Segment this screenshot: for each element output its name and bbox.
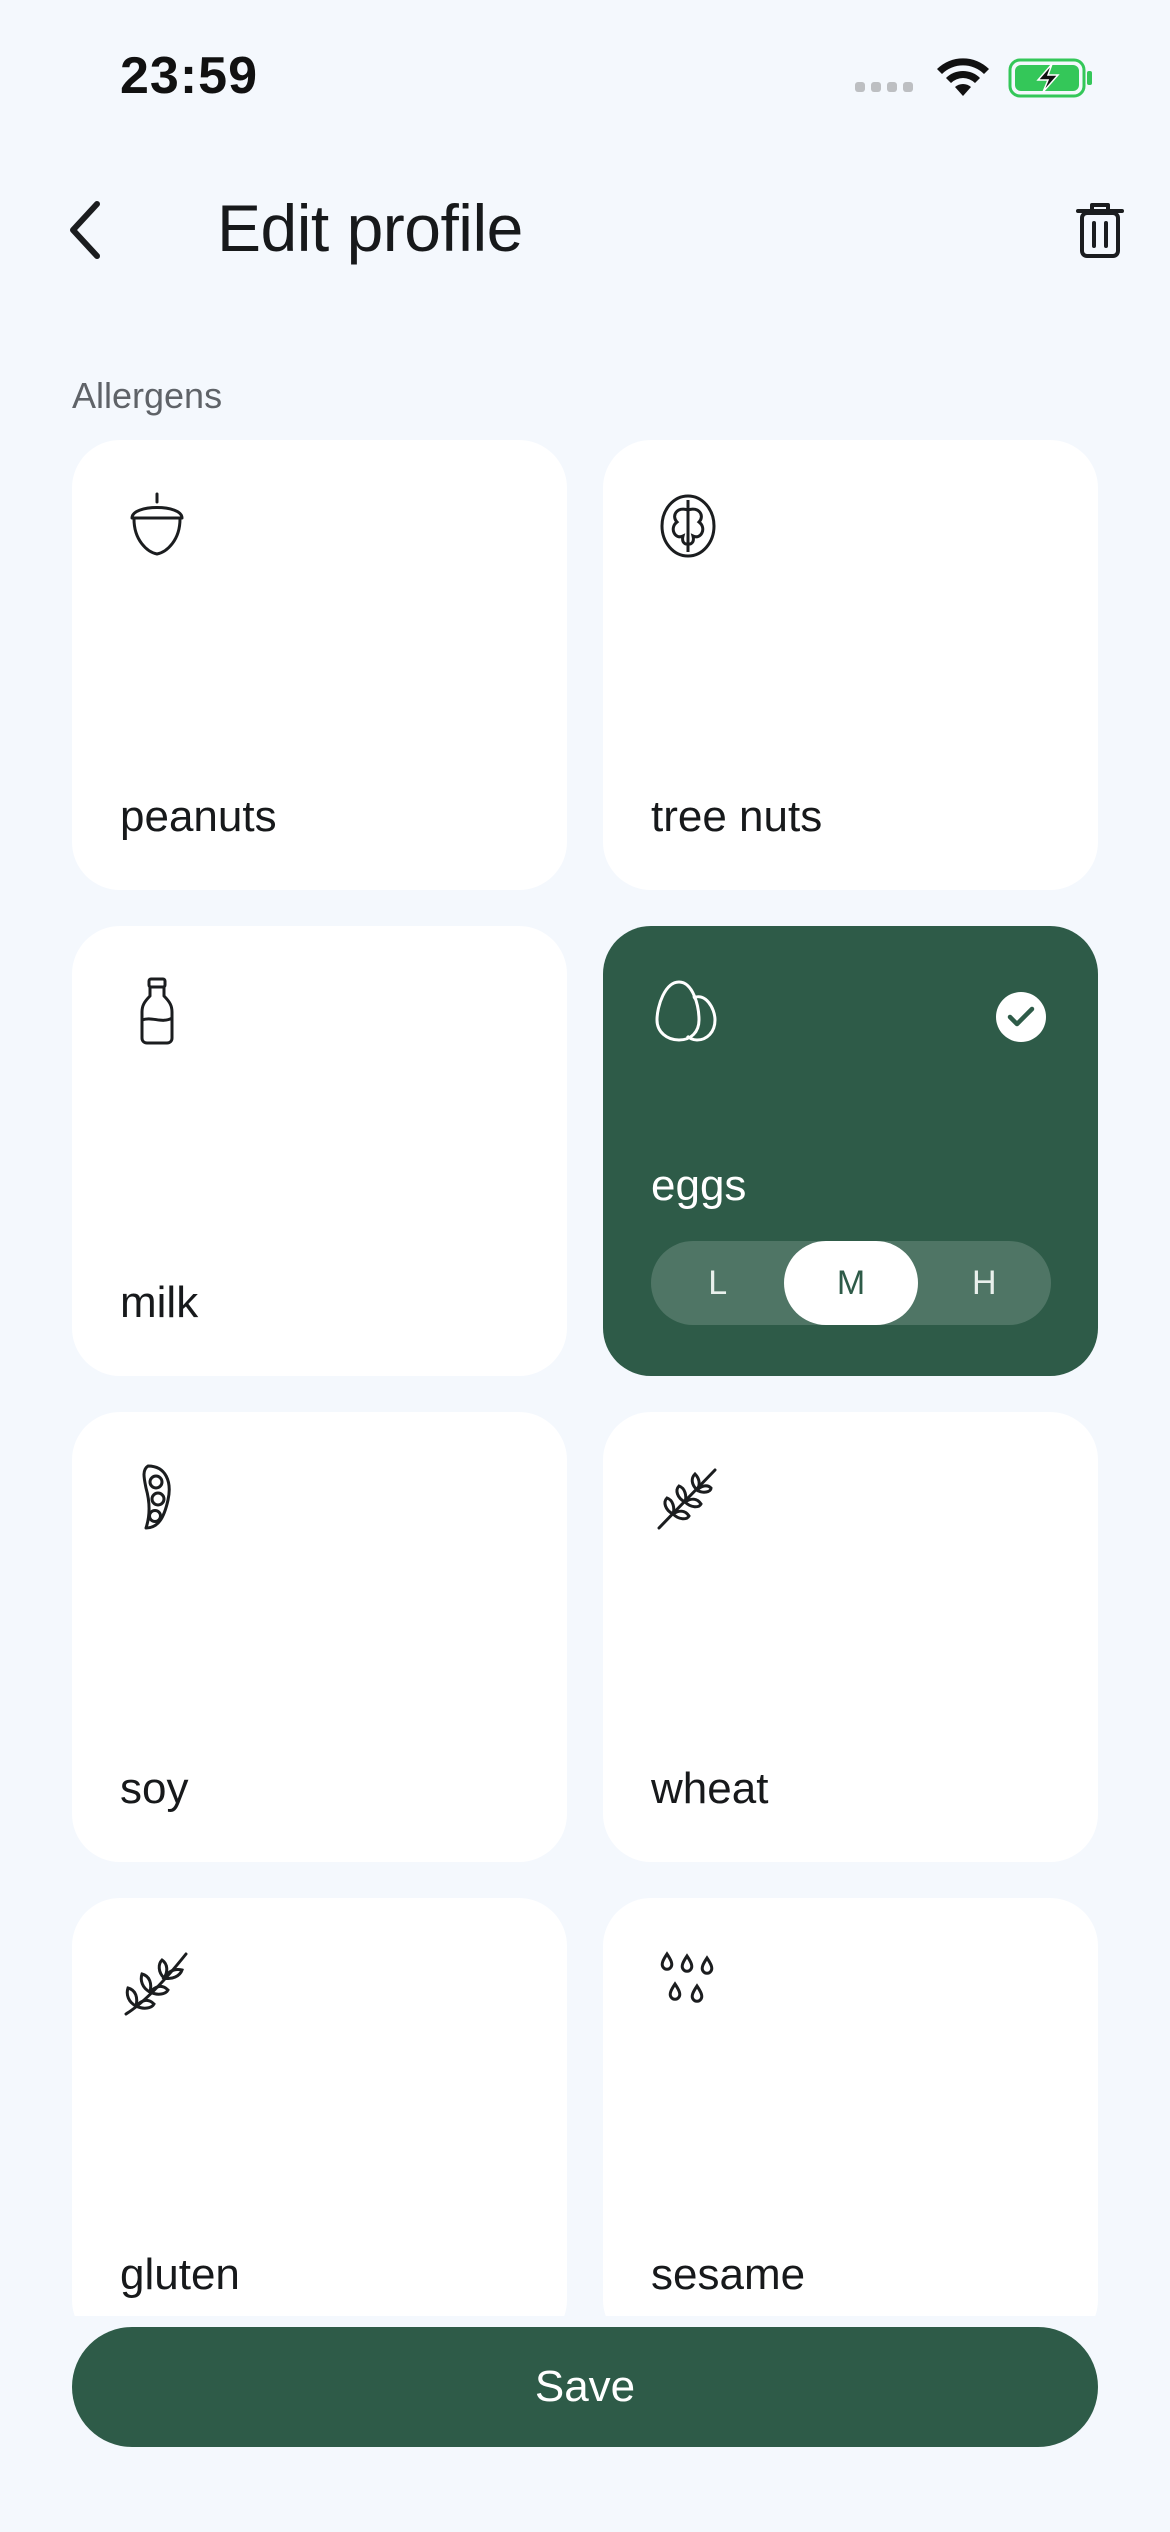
allergen-card-sesame[interactable]: sesame: [603, 1898, 1098, 2316]
allergen-card-gluten[interactable]: gluten: [72, 1898, 567, 2316]
allergen-label: tree nuts: [651, 792, 823, 841]
walnut-icon: [660, 494, 716, 558]
section-label: Allergens: [72, 375, 223, 416]
wheat-icon: [657, 1468, 717, 1530]
bottom-safe-area: [0, 2447, 1170, 2532]
allergen-label: sesame: [651, 2250, 806, 2299]
allergen-card-eggs[interactable]: eggs L M H: [603, 926, 1098, 1376]
allergen-label: wheat: [651, 1764, 769, 1813]
allergen-card-milk[interactable]: milk: [72, 926, 567, 1376]
trash-icon: [1076, 203, 1124, 258]
allergen-label: eggs: [651, 1161, 747, 1210]
level-option-high[interactable]: H: [918, 1241, 1051, 1325]
header: Edit profile: [0, 160, 1170, 300]
soybean-pod-icon: [142, 1464, 171, 1530]
cellular-signal-icon: [855, 82, 913, 92]
wifi-icon: [937, 58, 989, 96]
level-option-medium[interactable]: M: [784, 1241, 918, 1325]
level-option-low[interactable]: L: [651, 1241, 784, 1325]
severity-level-toggle: L M H: [651, 1241, 1051, 1325]
battery-charging-icon: [1008, 58, 1092, 98]
page-title: Edit profile: [217, 191, 523, 265]
allergen-card-wheat[interactable]: wheat: [603, 1412, 1098, 1862]
allergen-card-peanuts[interactable]: peanuts: [72, 440, 567, 890]
status-time: 23:59: [120, 47, 258, 105]
sesame-seeds-icon: [660, 1951, 714, 2003]
allergen-card-tree-nuts[interactable]: tree nuts: [603, 440, 1098, 890]
back-button[interactable]: [50, 190, 120, 270]
allergen-label: gluten: [120, 2250, 240, 2299]
check-icon: [996, 992, 1046, 1042]
grain-icon: [124, 1952, 188, 2016]
eggs-icon: [655, 980, 717, 1042]
allergen-grid: peanuts tree nuts milk eggs L M H soy wh…: [72, 440, 1098, 2316]
allergen-label: peanuts: [120, 792, 277, 841]
delete-button[interactable]: [1065, 190, 1135, 270]
milk-bottle-icon: [140, 977, 174, 1045]
allergen-card-soy[interactable]: soy: [72, 1412, 567, 1862]
save-button[interactable]: Save: [72, 2327, 1098, 2447]
allergen-label: milk: [120, 1278, 199, 1327]
chevron-left-icon: [70, 201, 100, 259]
acorn-icon: [130, 492, 184, 556]
allergen-label: soy: [120, 1764, 189, 1813]
status-bar: 23:59: [0, 0, 1170, 150]
